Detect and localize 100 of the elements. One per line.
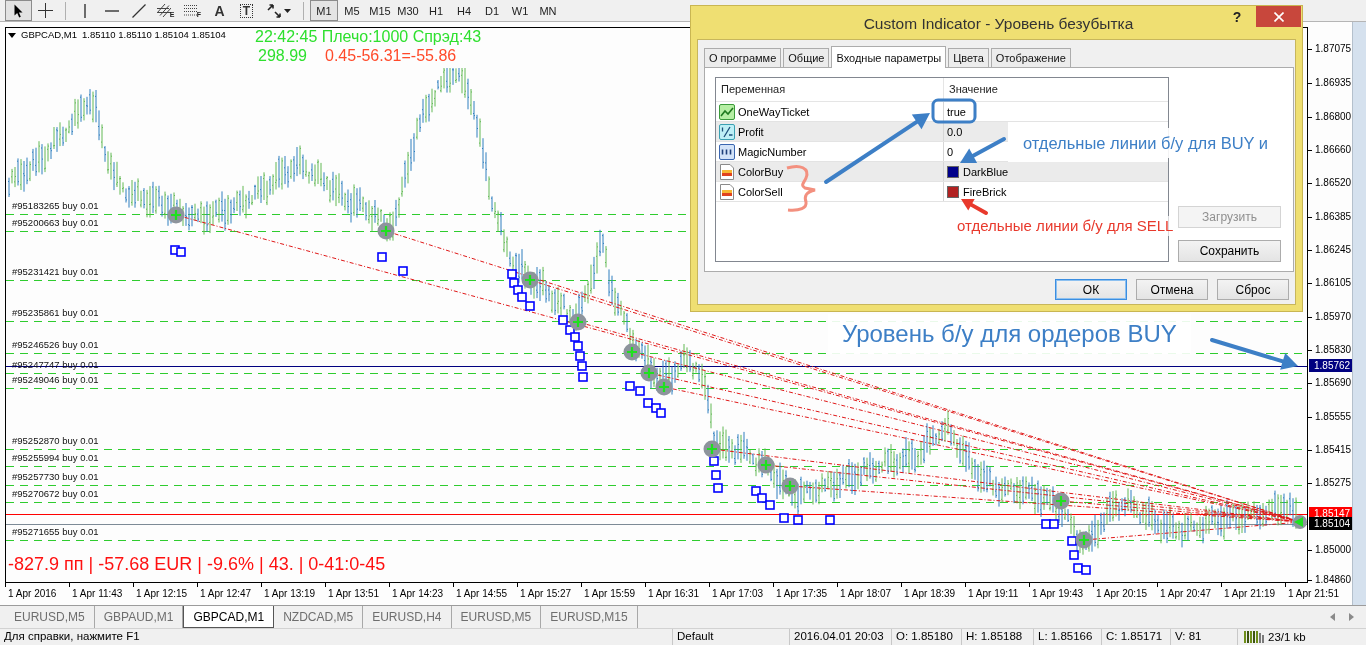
parameter-name: MagicNumber — [738, 145, 807, 158]
timeframe-button[interactable]: W1 — [506, 0, 534, 21]
price-label: 1.85000 — [1308, 543, 1352, 557]
cursor-tool-button[interactable] — [5, 0, 32, 21]
reset-button[interactable]: Сброс — [1217, 279, 1289, 300]
crosshair-icon — [38, 3, 53, 18]
time-label: 1 Apr 18:39 — [901, 583, 965, 605]
price-label: 1.86385 — [1308, 210, 1352, 224]
time-label: 1 Apr 12:47 — [197, 583, 261, 605]
dialog-tab[interactable]: Общие — [783, 48, 830, 67]
square-marker-icon — [377, 252, 387, 262]
circle-marker-icon — [1052, 492, 1070, 510]
time-label: 1 Apr 13:51 — [325, 583, 389, 605]
cursor-icon — [14, 3, 23, 18]
square-marker-icon — [656, 408, 666, 418]
square-marker-icon — [643, 398, 653, 408]
square-marker-icon — [625, 381, 635, 391]
circle-marker-icon — [377, 222, 395, 240]
circle-marker-icon — [167, 206, 185, 224]
triangle-marker-icon — [1293, 515, 1307, 529]
time-label: 1 Apr 12:15 — [133, 583, 197, 605]
parameter-row[interactable]: ColorSell FireBrick — [716, 182, 1168, 202]
price-label: 1.85415 — [1308, 443, 1352, 457]
close-button[interactable] — [1256, 6, 1301, 27]
square-marker-icon — [765, 500, 775, 510]
fraction-tile-icon — [719, 123, 735, 140]
cancel-button[interactable]: Отмена — [1136, 279, 1208, 300]
square-marker-icon — [793, 515, 803, 525]
order-label: #95252870 buy 0.01 — [12, 435, 99, 447]
time-label: 1 Apr 16:31 — [645, 583, 709, 605]
parameter-row[interactable]: OneWayTicket true — [716, 102, 1168, 122]
column-header[interactable]: Переменная — [716, 78, 944, 101]
column-header[interactable]: Значение — [944, 78, 998, 101]
price-label: 1.86935 — [1308, 76, 1352, 90]
timeframe-button[interactable]: M15 — [366, 0, 394, 21]
save-button[interactable]: Сохранить — [1178, 240, 1281, 262]
order-label: #95255994 buy 0.01 — [12, 452, 99, 464]
timeframe-button[interactable]: M1 — [310, 0, 338, 21]
help-button[interactable]: ? — [1224, 6, 1250, 28]
price-label: 1.85970 — [1308, 310, 1352, 324]
profit-calculation: 0.45-56.31=-55.86 — [325, 47, 457, 65]
time-label: 1 Apr 21:19 — [1221, 583, 1285, 605]
square-marker-icon — [558, 315, 568, 325]
circle-marker-icon — [757, 456, 775, 474]
square-marker-icon — [825, 515, 835, 525]
square-marker-icon — [513, 285, 523, 295]
timeframe-button[interactable]: M5 — [338, 0, 366, 21]
price-label: 1.85830 — [1308, 343, 1352, 357]
color-document-icon — [719, 183, 735, 200]
vertical-line-icon — [83, 3, 86, 18]
dialog-tab[interactable]: Входные параметры — [831, 46, 947, 68]
text-label-tool-button[interactable]: T — [233, 0, 260, 21]
summary-text: -827.9 пп | -57.68 EUR | -9.6% | 43. | 0-41:0-45 — [8, 553, 386, 575]
timeframe-button[interactable]: H4 — [450, 0, 478, 21]
dialog-tab[interactable]: О программе — [704, 48, 782, 67]
timeframe-button[interactable]: M30 — [394, 0, 422, 21]
price-marker-label: 1.85104 — [1309, 517, 1352, 530]
annotation-note: отдельные линии б/у для SELL — [955, 216, 1176, 236]
scroll-right-icon[interactable] — [1349, 613, 1354, 621]
dialog-tab[interactable]: Цвета — [948, 48, 989, 67]
square-marker-icon — [709, 456, 719, 466]
order-label: #95183265 buy 0.01 — [12, 200, 99, 212]
status-text: 2016.04.01 20:03 — [789, 629, 891, 645]
ok-button[interactable]: ОК — [1055, 279, 1127, 300]
dropdown-triangle-icon[interactable] — [8, 32, 16, 38]
order-label: #95257730 buy 0.01 — [12, 471, 99, 483]
status-text: L: 1.85166 — [1033, 629, 1101, 645]
chart-tab[interactable]: GBPCAD,M1 — [183, 606, 275, 628]
close-icon — [1273, 11, 1284, 22]
status-text: H: 1.85188 — [961, 629, 1033, 645]
circle-marker-icon — [1075, 531, 1093, 549]
order-label: #95200663 buy 0.01 — [12, 217, 99, 229]
square-marker-icon — [507, 269, 517, 279]
scroll-left-icon[interactable] — [1330, 613, 1335, 621]
time-label: 1 Apr 13:19 — [261, 583, 325, 605]
price-label: 1.87075 — [1308, 42, 1352, 56]
traffic-text: 23/1 kb — [1268, 629, 1306, 645]
timeframe-button[interactable]: MN — [534, 0, 562, 21]
price-label: 1.86660 — [1308, 143, 1352, 157]
price-label: 1.86800 — [1308, 110, 1352, 124]
price-label: 1.85690 — [1308, 376, 1352, 390]
hatched-lines-icon — [156, 4, 171, 17]
circle-marker-icon — [655, 378, 673, 396]
order-label: #95246526 buy 0.01 — [12, 339, 99, 351]
timeframe-button[interactable]: H1 — [422, 0, 450, 21]
circle-marker-icon — [569, 313, 587, 331]
parameter-row[interactable]: ColorBuy DarkBlue — [716, 162, 1168, 182]
parameter-value: true — [947, 105, 966, 118]
square-marker-icon — [711, 470, 721, 480]
status-line-text: 22:42:45 Плечо:1000 Спрэд:43 — [255, 28, 482, 46]
dialog-tab[interactable]: Отображение — [990, 48, 1071, 67]
time-label: 1 Apr 19:11 — [965, 583, 1029, 605]
timeframe-button[interactable]: D1 — [478, 0, 506, 21]
text-tool-button[interactable]: A — [206, 0, 233, 21]
arrows-icon — [266, 3, 281, 18]
parameter-row[interactable]: Profit 0.0 — [716, 122, 1008, 142]
dotted-lines-icon — [183, 5, 198, 16]
square-marker-icon — [713, 483, 723, 493]
parameter-value: DarkBlue — [963, 165, 1009, 178]
parameter-value: 0.0 — [947, 125, 963, 138]
